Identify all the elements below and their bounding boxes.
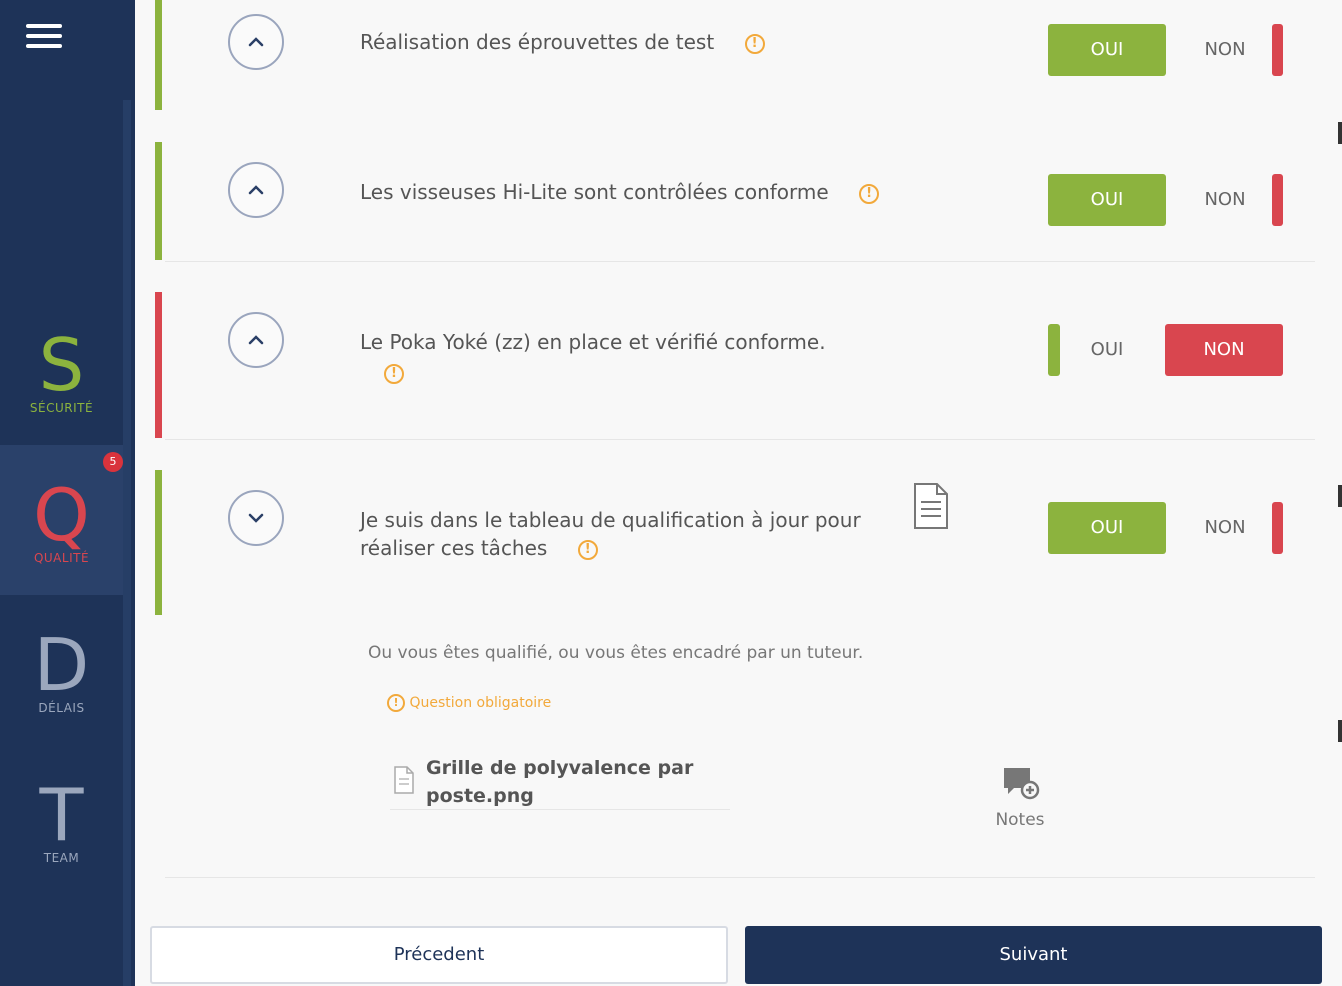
collapse-button[interactable] [228,14,284,70]
sidebar-item-letter: T [39,773,84,857]
non-button[interactable]: NON [1185,502,1265,554]
info-icon[interactable]: ! [859,183,880,204]
non-indicator [1272,174,1283,226]
sidebar-scrollbar[interactable] [123,100,131,986]
oui-button[interactable]: OUI [1048,502,1166,554]
oui-indicator [1048,324,1060,376]
scroll-marker [1338,485,1342,507]
sidebar: S SÉCURITÉ Q QUALITÉ 5 D DÉLAIS T TEAM [0,0,135,986]
non-indicator [1272,502,1283,554]
info-icon[interactable]: ! [577,539,598,560]
attachment-name: Grille de polyvalence par poste.png [426,757,694,807]
status-bar [155,0,162,110]
oui-button[interactable]: OUI [1048,24,1166,76]
file-icon [394,766,414,794]
chevron-up-icon [248,185,264,195]
sidebar-item-letter: D [33,623,90,707]
non-button[interactable]: NON [1165,324,1283,376]
collapse-button[interactable] [228,312,284,368]
sidebar-item-letter: Q [33,473,90,557]
row-divider [165,877,1315,878]
question-text: Je suis dans le tableau de qualification… [360,508,861,560]
non-button[interactable]: NON [1185,24,1265,76]
info-icon[interactable]: ! [384,363,404,384]
row-divider [165,261,1315,262]
attachment-file[interactable]: Grille de polyvalence par poste.png [390,752,730,810]
chevron-down-icon [248,513,264,523]
sidebar-item-caption: DÉLAIS [38,701,85,715]
question-row: Les visseuses Hi-Lite sont contrôlées co… [155,142,1315,262]
notification-badge: 5 [103,452,123,472]
status-bar [155,292,162,438]
expand-button[interactable] [228,490,284,546]
non-button[interactable]: NON [1185,174,1265,226]
sidebar-item-team[interactable]: T TEAM [0,745,123,895]
sidebar-item-delais[interactable]: D DÉLAIS [0,595,123,745]
chevron-up-icon [248,335,264,345]
checklist-panel: Réalisation des éprouvettes de test ! OU… [135,0,1342,986]
sidebar-item-caption: TEAM [43,851,80,865]
question-text: Réalisation des éprouvettes de test ! [360,28,765,56]
warning-icon: ! [387,694,405,712]
question-comment: Ou vous êtes qualifié, ou vous êtes enca… [368,643,864,663]
scroll-marker [1338,720,1342,742]
menu-icon[interactable] [24,20,64,54]
mandatory-notice: ! Question obligatoire [387,694,551,712]
sidebar-item-letter: S [38,323,85,407]
oui-button[interactable]: OUI [1048,174,1166,226]
question-row: Réalisation des éprouvettes de test ! OU… [155,0,1315,110]
notes-label: Notes [995,810,1045,830]
question-row: Le Poka Yoké (zz) en place et vérifié co… [155,292,1315,440]
question-row: Je suis dans le tableau de qualification… [155,470,1315,878]
chevron-up-icon [248,37,264,47]
next-button[interactable]: Suivant [745,926,1322,984]
sidebar-item-securite[interactable]: S SÉCURITÉ [0,295,123,445]
collapse-button[interactable] [228,162,284,218]
scroll-marker [1338,122,1342,144]
oui-button[interactable]: OUI [1067,324,1147,376]
row-divider [165,439,1315,440]
add-note-icon [1004,768,1040,800]
document-icon[interactable] [911,482,951,534]
sidebar-item-caption: QUALITÉ [33,551,90,565]
info-icon[interactable]: ! [744,33,765,54]
previous-button[interactable]: Précedent [150,926,728,984]
status-bar [155,142,162,260]
question-text: Les visseuses Hi-Lite sont contrôlées co… [360,178,880,206]
question-text: Le Poka Yoké (zz) en place et vérifié co… [360,328,826,384]
sidebar-item-caption: SÉCURITÉ [29,401,94,415]
non-indicator [1272,24,1283,76]
status-bar [155,470,162,615]
notes-button[interactable]: Notes [985,764,1055,830]
